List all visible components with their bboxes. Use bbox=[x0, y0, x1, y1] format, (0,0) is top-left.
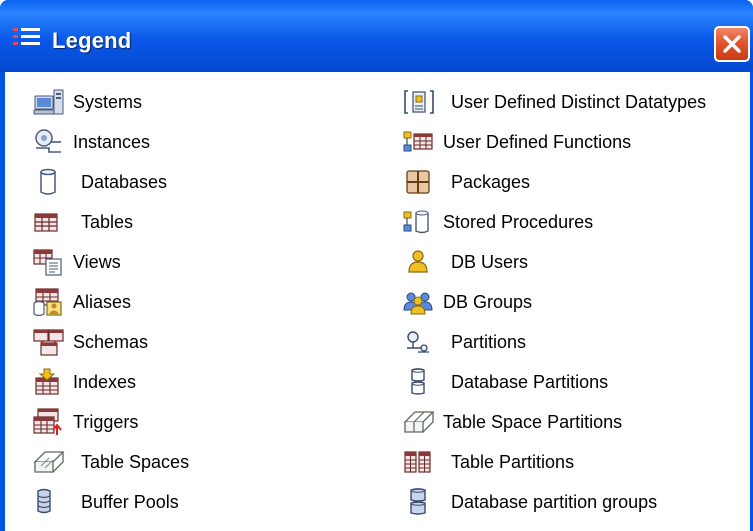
legend-item-label: DB Users bbox=[451, 252, 529, 272]
legend-item-user-defined-functions[interactable]: User Defined Functions bbox=[397, 122, 753, 162]
packages-icon bbox=[397, 162, 441, 202]
legend-item-label: Database Partitions bbox=[451, 372, 609, 392]
views-icon bbox=[27, 242, 71, 282]
db-groups-icon bbox=[397, 282, 441, 322]
legend-item-label: Table Space Partitions bbox=[443, 412, 623, 432]
table-space-partitions-icon bbox=[397, 402, 441, 442]
legend-item-database-partition-groups[interactable]: Database partition groups bbox=[397, 482, 753, 522]
legend-item-label: Partitions bbox=[451, 332, 527, 352]
table-partitions-icon bbox=[397, 442, 441, 482]
legend-item-label: Systems bbox=[73, 92, 143, 112]
legend-item-label: Views bbox=[73, 252, 121, 272]
db-users-icon bbox=[397, 242, 441, 282]
schemas-icon bbox=[27, 322, 71, 362]
legend-list-icon bbox=[12, 26, 42, 48]
legend-item-label: Stored Procedures bbox=[443, 212, 594, 232]
tables-icon bbox=[27, 202, 71, 242]
legend-item-database-partitions[interactable]: Database Partitions bbox=[397, 362, 753, 402]
legend-item-instances[interactable]: Instances bbox=[27, 122, 357, 162]
legend-item-databases[interactable]: Databases bbox=[27, 162, 357, 202]
triggers-icon bbox=[27, 402, 71, 442]
stored-procedures-icon bbox=[397, 202, 441, 242]
legend-item-systems[interactable]: Systems bbox=[27, 82, 357, 122]
legend-item-label: Indexes bbox=[73, 372, 137, 392]
instances-icon bbox=[27, 122, 71, 162]
database-partition-groups-icon bbox=[397, 482, 441, 522]
legend-item-schemas[interactable]: Schemas bbox=[27, 322, 357, 362]
legend-item-label: Instances bbox=[73, 132, 151, 152]
legend-item-table-space-partitions[interactable]: Table Space Partitions bbox=[397, 402, 753, 442]
legend-item-db-users[interactable]: DB Users bbox=[397, 242, 753, 282]
legend-item-tables[interactable]: Tables bbox=[27, 202, 357, 242]
databases-icon bbox=[27, 162, 71, 202]
legend-item-label: Packages bbox=[451, 172, 531, 192]
legend-item-indexes[interactable]: Indexes bbox=[27, 362, 357, 402]
systems-icon bbox=[27, 82, 71, 122]
legend-item-table-spaces[interactable]: Table Spaces bbox=[27, 442, 357, 482]
legend-item-aliases[interactable]: Aliases bbox=[27, 282, 357, 322]
legend-item-label: Tables bbox=[81, 212, 134, 232]
legend-item-label: DB Groups bbox=[443, 292, 533, 312]
legend-item-table-partitions[interactable]: Table Partitions bbox=[397, 442, 753, 482]
window-title: Legend bbox=[52, 28, 132, 53]
legend-item-stored-procedures[interactable]: Stored Procedures bbox=[397, 202, 753, 242]
legend-item-buffer-pools[interactable]: Buffer Pools bbox=[27, 482, 357, 522]
title-bar[interactable]: Legend bbox=[0, 0, 753, 72]
close-button[interactable] bbox=[714, 26, 750, 62]
legend-item-label: Aliases bbox=[73, 292, 132, 312]
legend-window: Legend Systems Instances Databases Table… bbox=[0, 0, 753, 531]
aliases-icon bbox=[27, 282, 71, 322]
legend-item-views[interactable]: Views bbox=[27, 242, 357, 282]
legend-item-db-groups[interactable]: DB Groups bbox=[397, 282, 753, 322]
legend-item-label: Databases bbox=[81, 172, 168, 192]
legend-item-label: User Defined Distinct Datatypes bbox=[451, 92, 707, 112]
legend-item-label: Database partition groups bbox=[451, 492, 658, 512]
database-partitions-icon bbox=[397, 362, 441, 402]
legend-item-label: Table Partitions bbox=[451, 452, 575, 472]
partitions-icon bbox=[397, 322, 441, 362]
legend-content: Systems Instances Databases Tables Views… bbox=[5, 72, 750, 531]
user-defined-distinct-datatypes-icon bbox=[397, 82, 441, 122]
legend-item-partitions[interactable]: Partitions bbox=[397, 322, 753, 362]
legend-item-label: Table Spaces bbox=[81, 452, 190, 472]
legend-item-triggers[interactable]: Triggers bbox=[27, 402, 357, 442]
indexes-icon bbox=[27, 362, 71, 402]
legend-item-label: Triggers bbox=[73, 412, 139, 432]
legend-item-label: User Defined Functions bbox=[443, 132, 632, 152]
legend-item-label: Buffer Pools bbox=[81, 492, 179, 512]
buffer-pools-icon bbox=[27, 482, 71, 522]
table-spaces-icon bbox=[27, 442, 71, 482]
legend-item-label: Schemas bbox=[73, 332, 149, 352]
legend-item-packages[interactable]: Packages bbox=[397, 162, 753, 202]
legend-item-user-defined-distinct-datatypes[interactable]: User Defined Distinct Datatypes bbox=[397, 82, 753, 122]
user-defined-functions-icon bbox=[397, 122, 441, 162]
